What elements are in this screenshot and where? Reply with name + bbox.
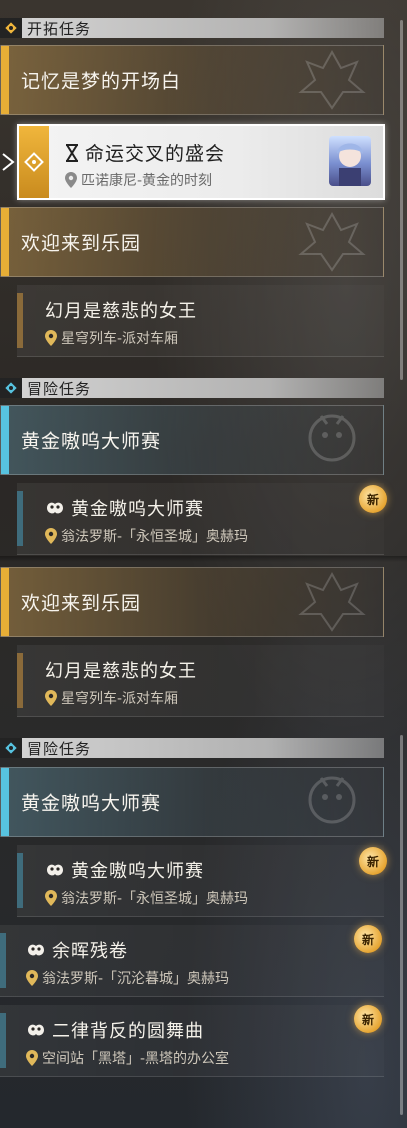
sub-quest-location: 翁法罗斯-「沉沦暮城」奥赫玛 bbox=[42, 971, 230, 987]
sub-quest-location-row: 星穹列车-派对车厢 bbox=[45, 328, 178, 348]
adventure-diamond-icon bbox=[0, 378, 22, 398]
sub-quest-bar bbox=[0, 933, 6, 988]
character-avatar bbox=[329, 136, 371, 186]
sub-quest-location: 翁法罗斯-「永恒圣城」奥赫玛 bbox=[61, 529, 249, 545]
quest-stripe bbox=[1, 406, 9, 474]
quest-stripe bbox=[1, 568, 9, 636]
active-quest-location: 匹诺康尼-黄金的时刻 bbox=[81, 173, 213, 189]
new-badge: 新 bbox=[354, 1005, 382, 1033]
mascot-watermark-icon bbox=[287, 768, 377, 836]
active-gold-marker bbox=[19, 126, 49, 198]
quest-golden-2[interactable]: 黄金嗷呜大师赛 bbox=[0, 767, 384, 837]
location-pin-icon bbox=[45, 890, 57, 906]
sub-quest-location-row: 翁法罗斯-「永恒圣城」奥赫玛 bbox=[45, 888, 248, 908]
quest-paradise-1[interactable]: 欢迎来到乐园 bbox=[0, 207, 384, 277]
sub-quest-title: 幻月是慈悲的女王 bbox=[45, 301, 197, 322]
sub-quest-location-row: 星穹列车-派对车厢 bbox=[45, 688, 178, 708]
location-pin-icon bbox=[45, 528, 57, 544]
new-badge: 新 bbox=[359, 847, 387, 875]
quest-title: 记忆是梦的开场白 bbox=[21, 70, 182, 93]
quest-active-selected[interactable]: 命运交叉的盛会 匹诺康尼-黄金的时刻 bbox=[17, 124, 385, 200]
sub-quest-title-row: 二律背反的圆舞曲 bbox=[26, 1017, 204, 1043]
screenshot-seam bbox=[0, 556, 407, 562]
hourglass-icon bbox=[66, 143, 78, 162]
adventure-mission-icon bbox=[47, 502, 63, 514]
location-pin-icon bbox=[45, 330, 57, 346]
sub-quest-location-row: 翁法罗斯-「沉沦暮城」奥赫玛 bbox=[26, 968, 229, 988]
sub-quest-location: 星穹列车-派对车厢 bbox=[61, 691, 179, 707]
sub-quest-bar bbox=[17, 653, 23, 708]
sub-quest-location-row: 翁法罗斯-「永恒圣城」奥赫玛 bbox=[45, 526, 248, 546]
adventure-mission-icon bbox=[28, 1024, 44, 1036]
quest-golden-1-sub[interactable]: 黄金嗷呜大师赛 翁法罗斯-「永恒圣城」奥赫玛 新 bbox=[17, 483, 387, 555]
active-quest-title-row: 命运交叉的盛会 bbox=[65, 139, 225, 166]
active-quest-title: 命运交叉的盛会 bbox=[85, 143, 226, 165]
quest-title: 黄金嗷呜大师赛 bbox=[21, 430, 162, 453]
scrollbar-bottom[interactable] bbox=[400, 735, 403, 1115]
new-badge: 新 bbox=[359, 485, 387, 513]
quest-waltz[interactable]: 二律背反的圆舞曲 空间站「黑塔」-黑塔的办公室 新 bbox=[0, 1005, 384, 1077]
current-selection-arrow-icon bbox=[2, 153, 15, 171]
section-header-adventure: 冒险任务 bbox=[0, 378, 384, 398]
new-badge: 新 bbox=[354, 925, 382, 953]
location-pin-icon bbox=[26, 970, 38, 986]
sub-quest-title: 幻月是慈悲的女王 bbox=[45, 661, 197, 682]
active-quest-location-row: 匹诺康尼-黄金的时刻 bbox=[65, 170, 212, 190]
section-header-adventure-2: 冒险任务 bbox=[0, 738, 384, 758]
sub-quest-title: 余晖残卷 bbox=[52, 941, 128, 962]
sub-quest-bar bbox=[0, 1013, 6, 1068]
section-title: 冒险任务 bbox=[27, 379, 92, 398]
section-title: 开拓任务 bbox=[27, 19, 92, 38]
location-pin-icon bbox=[26, 1050, 38, 1066]
crest-watermark-icon bbox=[287, 568, 377, 636]
adventure-mission-icon bbox=[47, 864, 63, 876]
trailblaze-diamond-icon bbox=[0, 18, 22, 38]
adventure-mission-icon bbox=[28, 944, 44, 956]
quest-phantom-2[interactable]: 幻月是慈悲的女王 星穹列车-派对车厢 bbox=[17, 645, 384, 717]
sub-quest-location-row: 空间站「黑塔」-黑塔的办公室 bbox=[26, 1048, 229, 1068]
section-header-trailblaze: 开拓任务 bbox=[0, 18, 384, 38]
quest-title: 欢迎来到乐园 bbox=[21, 232, 142, 255]
section-title: 冒险任务 bbox=[27, 739, 92, 758]
quest-phantom-1[interactable]: 幻月是慈悲的女王 星穹列车-派对车厢 bbox=[17, 285, 384, 357]
sub-quest-bar bbox=[17, 853, 23, 908]
quest-stripe bbox=[1, 46, 9, 114]
adventure-diamond-icon bbox=[0, 738, 22, 758]
location-pin-icon bbox=[45, 690, 57, 706]
scrollbar-top[interactable] bbox=[400, 20, 403, 380]
quest-golden-1[interactable]: 黄金嗷呜大师赛 bbox=[0, 405, 384, 475]
quest-ember[interactable]: 余晖残卷 翁法罗斯-「沉沦暮城」奥赫玛 新 bbox=[0, 925, 384, 997]
sub-quest-title: 黄金嗷呜大师赛 bbox=[71, 499, 204, 520]
sub-quest-title: 黄金嗷呜大师赛 bbox=[71, 861, 204, 882]
quest-stripe bbox=[1, 208, 9, 276]
sub-quest-title-row: 余晖残卷 bbox=[26, 937, 128, 963]
quest-title: 黄金嗷呜大师赛 bbox=[21, 792, 162, 815]
crest-watermark-icon bbox=[287, 208, 377, 276]
crest-watermark-icon bbox=[287, 46, 377, 114]
location-pin-icon bbox=[65, 172, 77, 188]
quest-memory[interactable]: 记忆是梦的开场白 bbox=[0, 45, 384, 115]
sub-quest-location: 翁法罗斯-「永恒圣城」奥赫玛 bbox=[61, 891, 249, 907]
quest-stripe bbox=[1, 768, 9, 836]
sub-quest-title-row: 黄金嗷呜大师赛 bbox=[45, 495, 204, 521]
sub-quest-bar bbox=[17, 293, 23, 348]
sub-quest-location: 空间站「黑塔」-黑塔的办公室 bbox=[42, 1051, 230, 1067]
quest-paradise-2[interactable]: 欢迎来到乐园 bbox=[0, 567, 384, 637]
sub-quest-location: 星穹列车-派对车厢 bbox=[61, 331, 179, 347]
quest-title: 欢迎来到乐园 bbox=[21, 592, 142, 615]
sub-quest-title-row: 黄金嗷呜大师赛 bbox=[45, 857, 204, 883]
sub-quest-title: 二律背反的圆舞曲 bbox=[52, 1021, 204, 1042]
mascot-watermark-icon bbox=[287, 406, 377, 474]
sub-quest-bar bbox=[17, 491, 23, 546]
quest-golden-2-sub[interactable]: 黄金嗷呜大师赛 翁法罗斯-「永恒圣城」奥赫玛 新 bbox=[17, 845, 387, 917]
